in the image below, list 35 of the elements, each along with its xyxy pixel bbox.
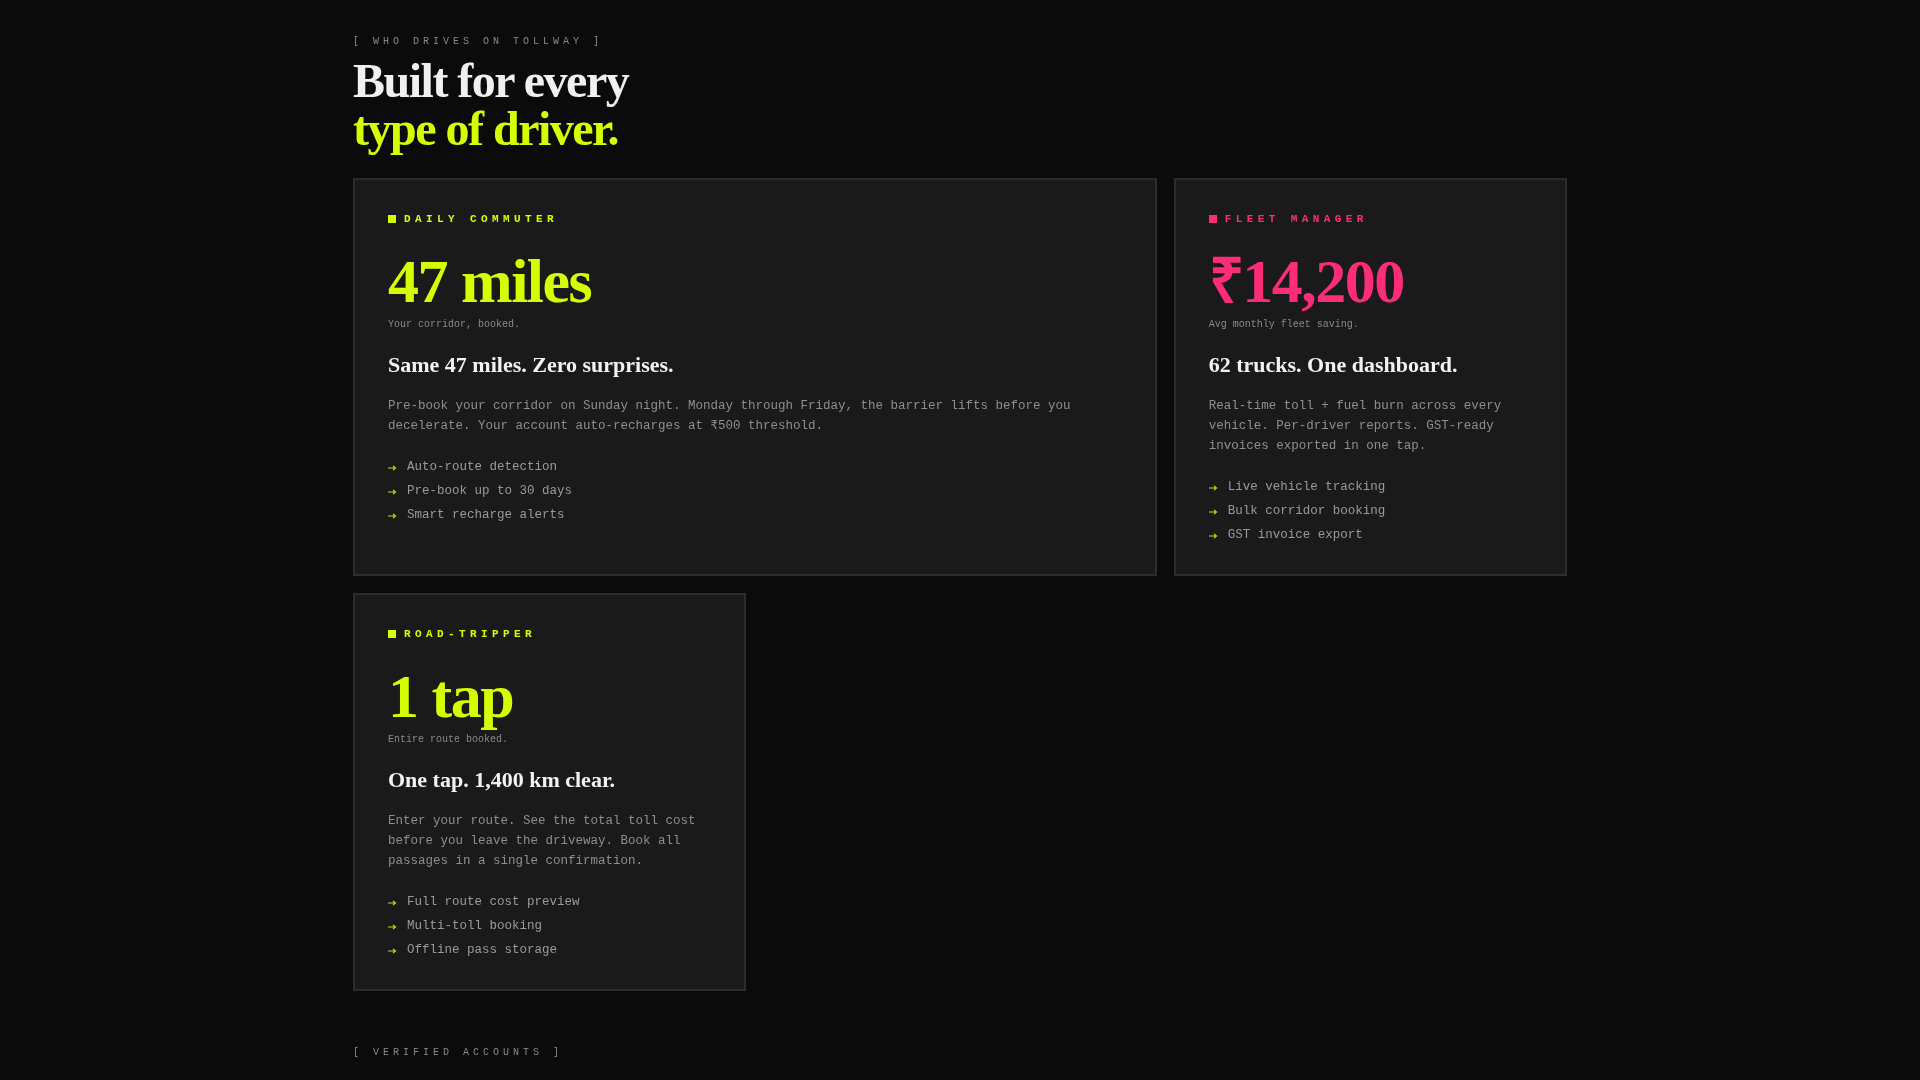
arrow-icon: [388, 923, 397, 930]
arrow-icon: [1208, 484, 1218, 491]
feature-item: Full route cost preview: [407, 894, 580, 911]
arrow-icon: [388, 947, 397, 954]
stat-caption: Your corridor, booked.: [388, 319, 522, 330]
arrow-icon: [388, 488, 397, 495]
card-label: DAILY COMMUTER: [404, 213, 558, 225]
feature-item: Smart recharge alerts: [407, 507, 565, 524]
arrow-icon: [388, 899, 397, 906]
feature-item: Bulk corridor booking: [1227, 503, 1386, 520]
arrow-icon: [1208, 508, 1218, 515]
arrow-icon: [388, 512, 397, 519]
section-eyebrow: [ WHO DRIVES ON TOLLWAY ]: [353, 36, 605, 47]
arrow-icon: [388, 464, 397, 471]
card-label: ROAD-TRIPPER: [404, 628, 536, 640]
card-title: 62 trucks. One dashboard.: [1208, 352, 1459, 378]
card-label: FLEET MANAGER: [1224, 213, 1368, 225]
section-heading: Built for every: [353, 57, 630, 105]
feature-item: Offline pass storage: [407, 942, 558, 959]
section-eyebrow: [ VERIFIED ACCOUNTS ]: [353, 1047, 565, 1058]
stat-value: ₹14,200: [1208, 250, 1405, 312]
feature-item: Multi-toll booking: [407, 918, 543, 935]
stat-caption: Avg monthly fleet saving.: [1208, 319, 1360, 330]
feature-item: Auto-route detection: [407, 459, 558, 476]
feature-item: GST invoice export: [1227, 527, 1363, 544]
feature-item: Live vehicle tracking: [1227, 479, 1386, 496]
feature-item: Pre-book up to 30 days: [407, 483, 573, 500]
card-title: One tap. 1,400 km clear.: [388, 767, 617, 793]
card-description: Enter your route. See the total toll cost before you leave the driveway. Book all passages in a single confirmation.: [388, 813, 697, 870]
stat-value: 47 miles: [388, 250, 593, 312]
stat-caption: Entire route booked.: [388, 734, 510, 745]
arrow-icon: [1208, 532, 1218, 539]
card-description: Pre-book your corridor on Sunday night. Monday through Friday, the barrier lifts before you decelerate. Your account auto-recharges at ₹500 threshold.: [388, 398, 1072, 435]
card-title: Same 47 miles. Zero surprises.: [388, 352, 675, 378]
card-description: Real-time toll + fuel burn across every vehicle. Per-driver reports. GST-ready invoices exported in one tap.: [1208, 398, 1503, 455]
